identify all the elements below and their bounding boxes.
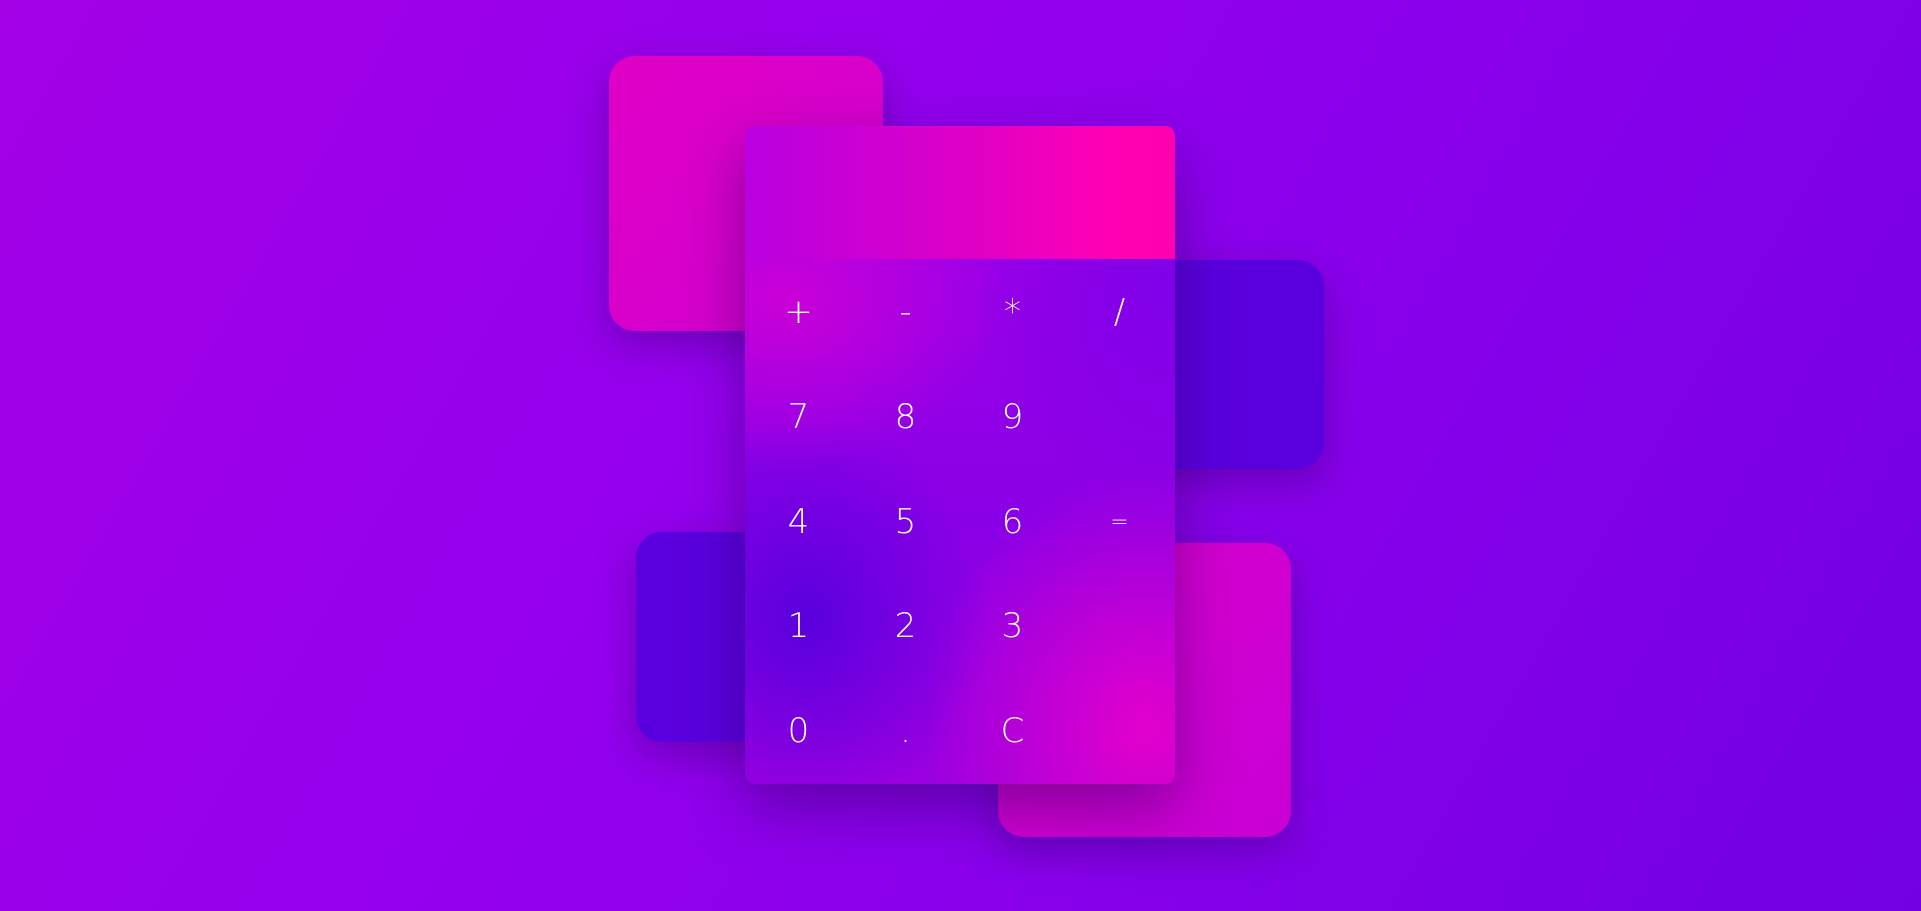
multiply-key[interactable]: *: [959, 259, 1066, 365]
digit-1-key[interactable]: 1: [745, 573, 852, 679]
calculator: + - * / 7 8 9 4 5 6 = 1 2 3 0 . C: [745, 126, 1175, 784]
calculator-display: [745, 126, 1175, 259]
digit-3-key[interactable]: 3: [959, 573, 1066, 679]
digit-9-key[interactable]: 9: [959, 364, 1066, 470]
digit-7-key[interactable]: 7: [745, 364, 852, 470]
keypad: + - * / 7 8 9 4 5 6 = 1 2 3 0 . C: [745, 259, 1175, 784]
equals-key[interactable]: =: [1066, 364, 1173, 680]
plus-key[interactable]: +: [745, 259, 852, 365]
digit-6-key[interactable]: 6: [959, 469, 1066, 575]
digit-0-key[interactable]: 0: [745, 678, 852, 784]
divide-key[interactable]: /: [1066, 259, 1173, 365]
digit-8-key[interactable]: 8: [852, 364, 959, 470]
digit-2-key[interactable]: 2: [852, 573, 959, 679]
minus-key[interactable]: -: [852, 259, 959, 365]
clear-key[interactable]: C: [959, 678, 1066, 784]
digit-4-key[interactable]: 4: [745, 469, 852, 575]
decimal-key[interactable]: .: [852, 678, 959, 784]
digit-5-key[interactable]: 5: [852, 469, 959, 575]
